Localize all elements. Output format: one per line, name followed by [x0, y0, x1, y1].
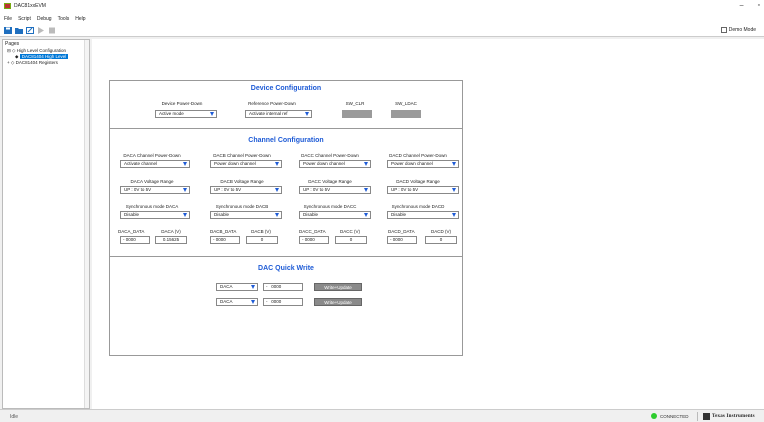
device-config-title: Device Configuration: [250, 85, 322, 92]
dacd-range-label: DACD Voltage Range: [396, 179, 440, 184]
write-update-button-1[interactable]: Write+Update: [314, 283, 362, 291]
config-panel: Device Configuration Device Power-Down A…: [109, 80, 463, 356]
dacb-range-label: DACB Voltage Range: [220, 179, 264, 184]
status-divider: [697, 412, 698, 421]
dacd-power-down-label: DACD Channel Power-Down: [389, 153, 447, 158]
pages-sidebar: Pages ⊟ ◇ High Level Configuration ◆ DAC…: [2, 39, 90, 409]
dacb-sync-label: Synchronous mode DACB: [215, 204, 269, 209]
menu-bar: File Script Debug Tools Help: [0, 13, 764, 24]
demo-mode-label: Demo Mode: [728, 27, 756, 33]
maximize-button[interactable]: ▫: [758, 2, 760, 9]
menu-tools[interactable]: Tools: [58, 16, 70, 22]
dacd-volt-input[interactable]: 0: [425, 236, 457, 244]
title-bar: DAC81xxEVM – ▫: [0, 0, 764, 13]
open-folder-icon[interactable]: [15, 27, 23, 34]
demo-mode-toggle[interactable]: Demo Mode: [720, 27, 756, 33]
sidebar-header: Pages: [5, 41, 20, 47]
menu-debug[interactable]: Debug: [37, 16, 52, 22]
status-bar: Idle CONNECTED Texas Instruments: [0, 409, 764, 422]
quick-write-channel-select-1[interactable]: DACA: [216, 283, 258, 291]
dacd-data-label: DACD_DATA: [388, 229, 415, 234]
app-icon: [4, 3, 11, 9]
dacb-volt-label: DACB (V): [251, 229, 271, 234]
brand-text: Texas Instruments: [712, 413, 755, 419]
sw-ldac-label: SW_LDAC: [395, 101, 417, 106]
toolbar: Demo Mode: [0, 24, 764, 37]
daca-data-label: DACA_DATA: [118, 229, 145, 234]
quick-write-value-input-1[interactable]: - 0000: [263, 283, 303, 291]
sw-clr-button[interactable]: [342, 110, 372, 118]
daca-sync-select[interactable]: Disable: [120, 211, 190, 219]
daca-volt-input[interactable]: 0.15625: [155, 236, 187, 244]
device-power-down-select[interactable]: Active mode: [155, 110, 217, 118]
dacc-power-down-select[interactable]: Power down channel: [299, 160, 371, 168]
dacb-power-down-label: DACB Channel Power-Down: [213, 153, 271, 158]
write-update-button-2[interactable]: Write+Update: [314, 298, 362, 306]
play-icon[interactable]: [37, 27, 45, 34]
sw-ldac-button[interactable]: [391, 110, 421, 118]
edit-icon[interactable]: [26, 27, 34, 34]
dacc-range-label: DACC Voltage Range: [308, 179, 352, 184]
daca-power-down-select[interactable]: Activate channel: [120, 160, 190, 168]
status-text: Idle: [10, 414, 19, 420]
dacc-power-down-label: DACC Channel Power-Down: [301, 153, 359, 158]
daca-volt-label: DACA (V): [161, 229, 181, 234]
dacb-data-input[interactable]: - 0000: [210, 236, 240, 244]
dacc-sync-select[interactable]: Disable: [299, 211, 371, 219]
sidebar-scrollbar[interactable]: [84, 40, 89, 408]
sidebar-item-dac81404-registers[interactable]: + ◇ DAC81404 Registers: [3, 60, 89, 66]
sw-clr-label: SW_CLR: [345, 101, 365, 106]
daca-power-down-label: DACA Channel Power-Down: [123, 153, 181, 158]
save-icon[interactable]: [4, 27, 12, 34]
menu-script[interactable]: Script: [18, 16, 31, 22]
daca-sync-label: Synchronous mode DACA: [125, 204, 179, 209]
daca-range-select[interactable]: UP : 0V to 5V: [120, 186, 190, 194]
menu-file[interactable]: File: [4, 16, 12, 22]
device-power-down-label: Device Power-Down: [161, 101, 203, 106]
window-title: DAC81xxEVM: [14, 3, 46, 9]
connection-status: CONNECTED: [660, 414, 689, 419]
quick-write-title: DAC Quick Write: [258, 265, 314, 272]
channel-config-title: Channel Configuration: [248, 137, 324, 144]
dacc-data-label: DACC_DATA: [299, 229, 326, 234]
quick-write-value-input-2[interactable]: - 0000: [263, 298, 303, 306]
dacc-data-input[interactable]: - 0000: [299, 236, 329, 244]
daca-range-label: DACA Voltage Range: [130, 179, 174, 184]
demo-mode-checkbox[interactable]: [720, 27, 727, 33]
main-content: Device Configuration Device Power-Down A…: [92, 39, 764, 409]
dacd-sync-select[interactable]: Disable: [387, 211, 459, 219]
dacb-data-label: DACB_DATA: [210, 229, 237, 234]
stop-icon[interactable]: [48, 27, 56, 34]
connected-status-icon: [651, 413, 657, 419]
reference-power-down-select[interactable]: Activate internal ref: [245, 110, 312, 118]
dacc-sync-label: Synchronous mode DACC: [303, 204, 357, 209]
dacb-volt-input[interactable]: 0: [246, 236, 278, 244]
dacb-power-down-select[interactable]: Power down channel: [210, 160, 282, 168]
reference-power-down-label: Reference Power-Down: [248, 101, 296, 106]
divider: [110, 256, 462, 257]
divider: [110, 128, 462, 129]
daca-data-input[interactable]: - 0000: [120, 236, 150, 244]
dacc-range-select[interactable]: UP : 0V to 5V: [299, 186, 371, 194]
quick-write-channel-select-2[interactable]: DACA: [216, 298, 258, 306]
dacd-sync-label: Synchronous mode DACD: [391, 204, 445, 209]
dacd-range-select[interactable]: UP : 0V to 5V: [387, 186, 459, 194]
dacd-power-down-select[interactable]: Power down channel: [387, 160, 459, 168]
dacb-range-select[interactable]: UP : 0V to 5V: [210, 186, 282, 194]
dacc-volt-input[interactable]: 0: [335, 236, 367, 244]
dacd-data-input[interactable]: - 0000: [387, 236, 417, 244]
minimize-button[interactable]: –: [740, 2, 744, 9]
dacd-volt-label: DACD (V): [431, 229, 451, 234]
dacb-sync-select[interactable]: Disable: [210, 211, 282, 219]
menu-help[interactable]: Help: [75, 16, 85, 22]
texas-instruments-logo-icon: [703, 413, 710, 420]
dacc-volt-label: DACC (V): [340, 229, 360, 234]
